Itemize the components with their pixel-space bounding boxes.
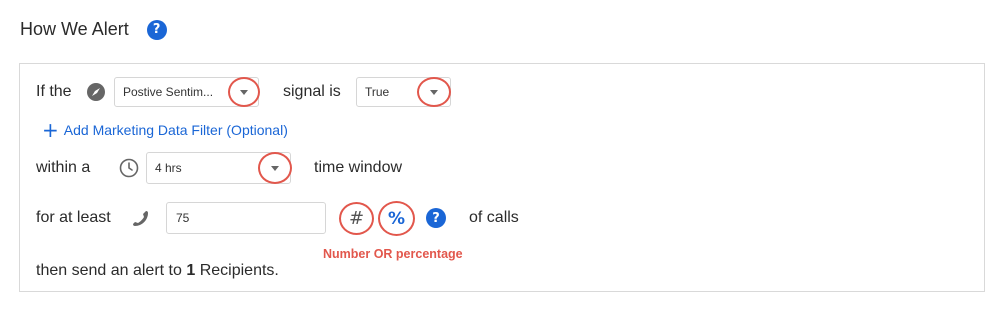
add-marketing-filter-link[interactable]: + Add Marketing Data Filter (Optional) — [42, 120, 288, 140]
number-toggle-button[interactable]: # — [339, 202, 374, 235]
send-suffix-label: Recipients. — [199, 262, 279, 279]
send-prefix-label: then send an alert to — [36, 262, 182, 279]
threshold-input-value: 75 — [176, 211, 190, 225]
signal-suffix-label: signal is — [283, 83, 341, 100]
add-marketing-filter-label: Add Marketing Data Filter (Optional) — [63, 122, 288, 138]
chevron-down-icon — [240, 89, 248, 95]
chevron-down-icon — [430, 89, 438, 95]
annotation-text: Number OR percentage — [323, 247, 463, 261]
phone-icon — [131, 209, 151, 229]
recipient-count: 1 — [186, 262, 196, 279]
clock-icon — [118, 157, 140, 179]
chevron-down-icon — [271, 165, 279, 171]
section-header: How We Alert ? — [20, 19, 167, 40]
value-select-dropdown-toggle[interactable] — [417, 77, 451, 107]
number-toggle-label: # — [348, 208, 365, 229]
time-window-dropdown-toggle[interactable] — [258, 152, 292, 184]
percent-toggle-button[interactable]: % — [378, 201, 415, 236]
signal-select-dropdown-toggle[interactable] — [228, 77, 260, 107]
help-icon[interactable]: ? — [426, 208, 446, 228]
alert-rule-panel: If the Postive Sentim... signal is True … — [19, 63, 985, 292]
signal-prefix-label: If the — [36, 83, 72, 100]
window-suffix-label: time window — [314, 159, 403, 176]
threshold-input[interactable]: 75 — [166, 202, 326, 234]
plus-icon: + — [42, 118, 59, 142]
threshold-prefix-label: for at least — [36, 209, 111, 226]
send-alert-text: then send an alert to 1 Recipients. — [36, 262, 279, 280]
help-icon[interactable]: ? — [146, 19, 167, 40]
compass-icon — [86, 82, 106, 102]
percent-toggle-label: % — [387, 208, 406, 229]
window-prefix-label: within a — [36, 159, 91, 176]
threshold-suffix-label: of calls — [469, 209, 519, 226]
section-title: How We Alert — [20, 19, 129, 39]
